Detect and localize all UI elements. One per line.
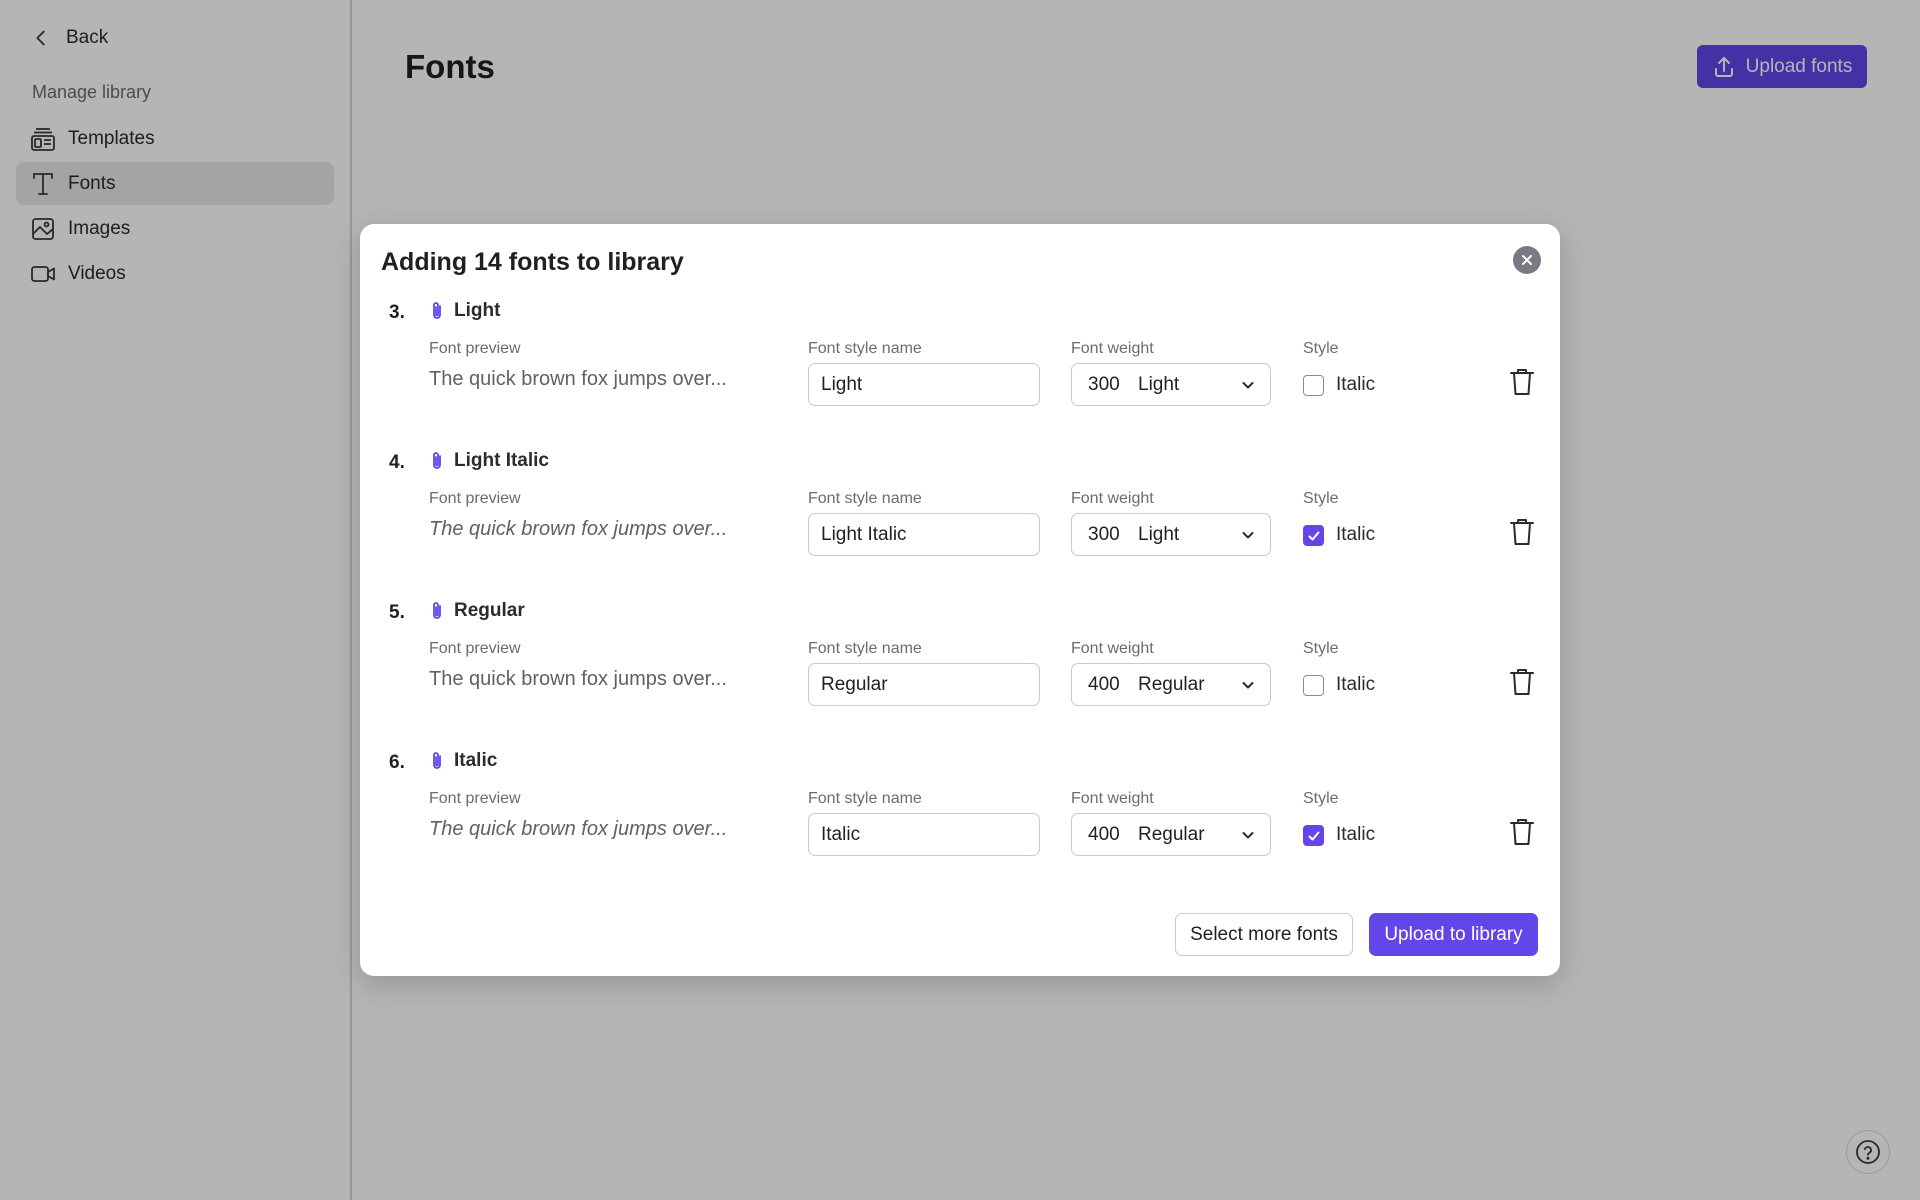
italic-checkbox[interactable] [1303,525,1324,546]
font-preview-label: Font preview [429,640,521,657]
font-row: 3. Light Font preview Font style name Fo… [360,298,1560,448]
font-style-name-input[interactable] [808,663,1040,706]
font-file-name: Italic [454,750,498,771]
font-weight-label: Font weight [1071,790,1154,807]
delete-row-button[interactable] [1508,366,1536,398]
style-label: Style [1303,790,1339,807]
font-file: Italic [428,750,497,772]
font-preview-text: The quick brown fox jumps over... [429,668,727,690]
weight-name: Regular [1138,823,1205,845]
row-number: 6. [389,752,405,773]
font-weight-select[interactable]: 300 Light [1071,363,1271,406]
font-weight-select[interactable]: 300 Light [1071,513,1271,556]
font-preview-label: Font preview [429,790,521,807]
paperclip-icon [433,602,441,619]
font-weight-select[interactable]: 400 Regular [1071,813,1271,856]
font-file: Light Italic [428,450,549,472]
font-style-name-label: Font style name [808,340,922,357]
italic-checkbox-label: Italic [1336,674,1376,695]
upload-to-library-button[interactable]: Upload to library [1369,913,1538,956]
delete-row-button[interactable] [1508,666,1536,698]
font-row: 4. Light Italic Font preview Font style … [360,448,1560,598]
font-row: 6. Italic Font preview Font style name F… [360,748,1560,898]
font-preview-text: The quick brown fox jumps over... [429,518,728,540]
font-style-name-label: Font style name [808,790,922,807]
style-label: Style [1303,640,1339,657]
paperclip-icon [433,452,441,469]
trash-icon [1510,819,1534,845]
font-weight-label: Font weight [1071,340,1154,357]
font-file: Regular [428,600,525,622]
select-more-fonts-button[interactable]: Select more fonts [1175,913,1353,956]
trash-icon [1510,369,1534,395]
weight-name: Light [1138,373,1180,395]
italic-checkbox-label: Italic [1336,824,1376,845]
font-preview-text: The quick brown fox jumps over... [429,818,728,840]
chevron-down-icon [1242,832,1254,839]
font-file-name: Regular [454,600,525,621]
style-label: Style [1303,490,1339,507]
italic-checkbox-label: Italic [1336,524,1376,545]
weight-name: Regular [1138,673,1205,695]
close-icon [1522,255,1532,265]
weight-value: 400 [1088,823,1120,845]
chevron-down-icon [1242,532,1254,539]
font-preview-label: Font preview [429,340,521,357]
paperclip-icon [433,752,441,769]
italic-checkbox[interactable] [1303,825,1324,846]
font-weight-label: Font weight [1071,490,1154,507]
delete-row-button[interactable] [1508,516,1536,548]
weight-value: 400 [1088,673,1120,695]
italic-checkbox[interactable] [1303,375,1324,396]
chevron-down-icon [1242,382,1254,389]
font-style-name-label: Font style name [808,640,922,657]
font-preview-label: Font preview [429,490,521,507]
font-style-name-input[interactable] [808,363,1040,406]
checkmark-icon [1308,531,1319,540]
font-style-name-input[interactable] [808,513,1040,556]
font-file-name: Light [454,300,501,321]
row-number: 3. [389,302,405,323]
font-row: 5. Regular Font preview Font style name … [360,598,1560,748]
font-weight-select[interactable]: 400 Regular [1071,663,1271,706]
close-button[interactable] [1513,246,1541,274]
modal-title: Adding 14 fonts to library [381,248,684,276]
trash-icon [1510,519,1534,545]
delete-row-button[interactable] [1508,816,1536,848]
font-style-name-label: Font style name [808,490,922,507]
font-style-name-input[interactable] [808,813,1040,856]
italic-checkbox[interactable] [1303,675,1324,696]
font-file: Light [428,300,500,322]
paperclip-icon [433,302,441,319]
add-fonts-modal: Adding 14 fonts to library 3. Light Font… [360,224,1560,976]
row-number: 4. [389,452,405,473]
font-preview-text: The quick brown fox jumps over... [429,368,727,390]
weight-name: Light [1138,523,1180,545]
weight-value: 300 [1088,523,1120,545]
style-label: Style [1303,340,1339,357]
weight-value: 300 [1088,373,1120,395]
italic-checkbox-label: Italic [1336,374,1376,395]
chevron-down-icon [1242,682,1254,689]
checkmark-icon [1308,831,1319,840]
font-file-name: Light Italic [454,450,549,471]
font-weight-label: Font weight [1071,640,1154,657]
row-number: 5. [389,602,405,623]
trash-icon [1510,669,1534,695]
